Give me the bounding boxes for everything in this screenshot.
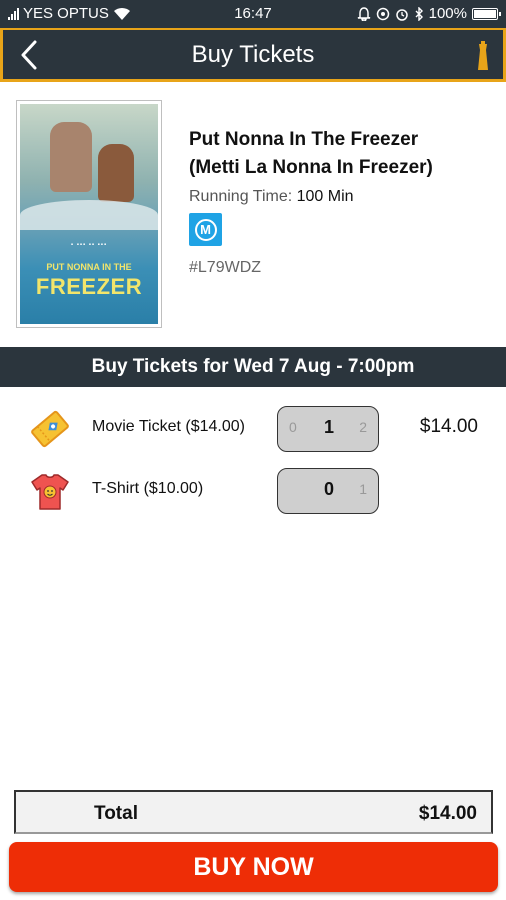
poster-title: FREEZER — [35, 274, 143, 299]
running-time: Running Time: 100 Min — [189, 188, 354, 206]
tower-icon — [478, 41, 488, 70]
poster-credits: ▪ ▪▪▪ ▪▪ ▪▪▪ — [70, 242, 108, 248]
stepper-current-value: 1 — [323, 417, 334, 437]
app-header: Buy Tickets — [0, 28, 506, 82]
booking-code: #L79WDZ — [189, 259, 262, 276]
item-label: Movie Ticket ($14.00) — [92, 418, 245, 435]
page-title: Buy Tickets — [191, 41, 315, 68]
notification-icon — [357, 6, 370, 21]
rating-letter: M — [194, 218, 217, 241]
movie-title-line1: Put Nonna In The Freezer — [189, 129, 419, 150]
poster-figure-left — [50, 122, 92, 192]
running-time-label: Running Time: — [189, 188, 293, 205]
total-label: Total — [94, 803, 138, 824]
quantity-stepper[interactable]: 0 1 — [277, 468, 379, 514]
stepper-next-value[interactable]: 1 — [359, 481, 367, 497]
battery-icon — [472, 7, 501, 20]
movie-title: Put Nonna In The Freezer (Metti La Nonna… — [189, 126, 489, 182]
item-price: $14.00 — [419, 416, 478, 437]
poster-subtitle: PUT NONNA IN THE — [46, 262, 132, 272]
total-bar: Total $14.00 — [14, 790, 493, 834]
quantity-stepper[interactable]: 0 1 2 — [277, 406, 379, 452]
status-bar: YES OPTUS 16:47 100% — [0, 0, 506, 28]
session-bar: Buy Tickets for Wed 7 Aug - 7:00pm — [0, 347, 506, 387]
poster-ice — [20, 200, 158, 230]
total-amount: $14.00 — [418, 803, 477, 824]
ticket-icon — [31, 410, 69, 448]
item-label: T-Shirt ($10.00) — [92, 480, 204, 497]
rating-badge: M — [189, 213, 222, 246]
poster-figure-right — [98, 144, 134, 202]
stepper-next-value[interactable]: 2 — [359, 419, 367, 435]
alarm-icon — [395, 8, 408, 21]
battery-percent: 100% — [428, 5, 467, 22]
movie-poster: ▪ ▪▪▪ ▪▪ ▪▪▪ PUT NONNA IN THE FREEZER — [16, 100, 162, 328]
buy-now-button[interactable]: BUY NOW — [9, 842, 498, 892]
item-row-tshirt: T-Shirt ($10.00) 0 1 — [0, 465, 506, 515]
stepper-current-value: 0 — [323, 479, 334, 499]
stepper-prev-value[interactable]: 0 — [289, 419, 297, 435]
running-time-value: 100 Min — [296, 188, 354, 205]
poster-image: ▪ ▪▪▪ ▪▪ ▪▪▪ PUT NONNA IN THE FREEZER — [20, 104, 158, 324]
item-row-movie-ticket: Movie Ticket ($14.00) 0 1 2 $14.00 — [0, 403, 506, 453]
bluetooth-icon — [415, 6, 423, 21]
sync-icon — [376, 7, 389, 20]
tshirt-icon — [31, 474, 69, 510]
movie-title-line2: (Metti La Nonna In Freezer) — [189, 157, 433, 178]
status-right: 100% — [357, 5, 501, 22]
